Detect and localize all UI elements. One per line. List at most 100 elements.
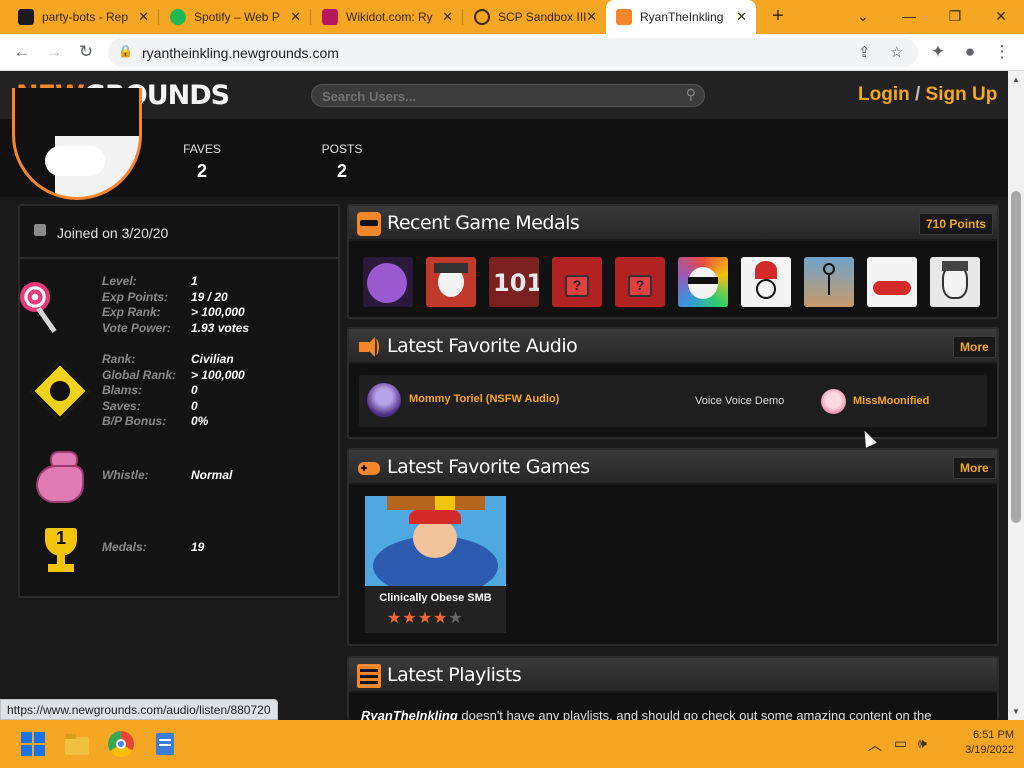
sunglasses-face-medal-icon[interactable]	[678, 257, 728, 307]
gamepad-icon	[357, 456, 381, 480]
search-input[interactable]	[322, 87, 672, 105]
medal-points-button[interactable]: 710 Points	[919, 213, 994, 235]
audio-genre: Voice Voice Demo	[695, 395, 785, 407]
trophy-number: 1	[55, 528, 66, 548]
stat-key: Vote Power:	[102, 320, 171, 335]
stat-value: 0	[191, 398, 198, 413]
hat-guy-medal-icon[interactable]	[426, 257, 476, 307]
auth-links: Login / Sign Up	[858, 84, 997, 106]
user-link[interactable]: RyanTheInkling	[361, 708, 458, 720]
joined-date: Joined on 3/20/20	[57, 225, 169, 241]
github-icon	[18, 9, 34, 25]
audio-thumbnail	[367, 383, 401, 417]
scroll-up-icon[interactable]: ▲	[1012, 75, 1020, 84]
more-games-button[interactable]: More	[953, 457, 996, 479]
scrollbar-thumb[interactable]	[1011, 191, 1021, 523]
windows-start-icon[interactable]	[20, 731, 46, 757]
recent-medals-panel: Recent Game Medals 710 Points 101 ? ?	[347, 204, 999, 319]
tab-ryantheinkling[interactable]: RyanTheInkling ✕	[606, 0, 756, 34]
angry-face-medal-icon[interactable]	[930, 257, 980, 307]
medals-stat: Medals: 19	[102, 540, 204, 556]
network-icon[interactable]: ▭	[894, 735, 907, 752]
address-bar[interactable]: 🔒 ryantheinkling.newgrounds.com ⇪ ☆	[108, 38, 918, 67]
game-title: Clinically Obese SMB	[379, 592, 492, 604]
file-explorer-icon[interactable]	[64, 731, 90, 757]
window-close-icon[interactable]: ✕	[987, 4, 1015, 28]
tab-party-bots[interactable]: party-bots - Rep ✕	[8, 0, 158, 34]
red-lips-face-medal-icon[interactable]	[867, 257, 917, 307]
restore-icon[interactable]: ❐	[941, 4, 969, 28]
lock-icon[interactable]: 🔒	[118, 44, 133, 58]
more-audio-button[interactable]: More	[953, 336, 996, 358]
scroll-down-icon[interactable]: ▼	[1012, 707, 1020, 716]
stat-key: Exp Rank:	[102, 305, 161, 319]
extensions-icon[interactable]: ✦	[926, 40, 950, 64]
locked-medal-icon[interactable]: ?	[615, 257, 665, 307]
audio-author[interactable]: MissMoonified	[853, 395, 929, 407]
link-status-bubble: https://www.newgrounds.com/audio/listen/…	[0, 699, 278, 720]
close-icon[interactable]: ✕	[586, 9, 597, 25]
tab-separator	[462, 9, 463, 25]
stat-value: > 100,000	[191, 367, 245, 382]
profile-header: FAVES 2 POSTS 2	[0, 121, 1008, 197]
stat-value: 0%	[191, 414, 209, 428]
menu-icon[interactable]: ⋮	[990, 40, 1014, 64]
stat-value: Civilian	[191, 352, 234, 366]
stat-key: Rank:	[102, 352, 136, 366]
stat-value: 19	[191, 540, 205, 554]
bookmark-star-icon[interactable]: ☆	[890, 43, 903, 61]
page-scrollbar[interactable]: ▲ ▼	[1008, 71, 1024, 720]
show-hidden-icons-icon[interactable]: ︿	[868, 735, 882, 755]
audio-title[interactable]: Mommy Toriel (NSFW Audio)	[409, 393, 559, 405]
stat-value: > 100,000	[191, 305, 245, 319]
back-icon[interactable]: ←	[10, 40, 34, 64]
profile-icon[interactable]: ●	[958, 40, 982, 64]
stat-key: Exp Points:	[102, 289, 169, 304]
favorite-audio-panel: Latest Favorite Audio More Mommy Toriel …	[347, 327, 999, 439]
tab-scp-sandbox[interactable]: SCP Sandbox III ✕	[464, 0, 606, 34]
close-icon[interactable]: ✕	[290, 9, 301, 25]
search-icon[interactable]: ⚲	[686, 86, 696, 103]
tab-wikidot[interactable]: Wikidot.com: Ry ✕	[312, 0, 462, 34]
101-medal-icon[interactable]: 101	[489, 257, 539, 307]
panel-title: Recent Game Medals	[387, 212, 580, 234]
signup-link[interactable]: Sign Up	[926, 84, 998, 105]
tab-label: Wikidot.com: Ry	[346, 10, 433, 24]
stat-value: 19 / 20	[191, 289, 228, 304]
chrome-icon[interactable]	[108, 731, 134, 757]
tab-spotify[interactable]: Spotify – Web P ✕	[160, 0, 310, 34]
tab-label: SCP Sandbox III	[498, 10, 586, 24]
notepad-icon[interactable]	[152, 731, 178, 757]
stickman-medal-icon[interactable]	[804, 257, 854, 307]
trophy-icon: 1	[36, 526, 86, 576]
login-link[interactable]: Login	[858, 84, 910, 105]
browser-tab-strip: party-bots - Rep ✕ Spotify – Web P ✕ Wik…	[0, 0, 1024, 34]
red-hat-stickman-medal-icon[interactable]	[741, 257, 791, 307]
posts-stat[interactable]: POSTS 2	[316, 142, 368, 182]
system-clock[interactable]: 6:51 PM 3/19/2022	[944, 728, 1014, 758]
new-tab-button[interactable]: +	[766, 5, 790, 29]
locked-medal-icon[interactable]: ?	[552, 257, 602, 307]
minimize-icon[interactable]: —	[895, 4, 923, 28]
spotify-icon	[170, 9, 186, 25]
faves-stat[interactable]: FAVES 2	[176, 142, 228, 182]
purple-dino-medal-icon[interactable]	[363, 257, 413, 307]
audio-list-item[interactable]: Mommy Toriel (NSFW Audio) Voice Voice De…	[359, 375, 987, 427]
tab-separator	[158, 9, 159, 25]
close-icon[interactable]: ✕	[138, 9, 149, 25]
star-full-icon: ★	[433, 610, 449, 627]
share-icon[interactable]: ⇪	[858, 43, 871, 61]
star-empty-icon: ★	[448, 610, 464, 627]
game-card[interactable]: Clinically Obese SMB ★★★★★	[365, 496, 506, 633]
close-icon[interactable]: ✕	[442, 9, 453, 25]
game-rating: ★★★★★	[387, 608, 464, 628]
reload-icon[interactable]: ↻	[74, 40, 98, 64]
author-avatar[interactable]	[821, 389, 846, 414]
forward-icon[interactable]: →	[42, 40, 66, 64]
volume-icon[interactable]: 🕪	[918, 735, 927, 752]
level-stats: Level: 1 Exp Points: 19 / 20 Exp Rank: > 10…	[102, 274, 249, 336]
tab-search-icon[interactable]: ⌄	[849, 4, 877, 28]
stat-key: Saves:	[102, 398, 141, 413]
newgrounds-icon	[616, 9, 632, 25]
close-icon[interactable]: ✕	[736, 9, 747, 25]
